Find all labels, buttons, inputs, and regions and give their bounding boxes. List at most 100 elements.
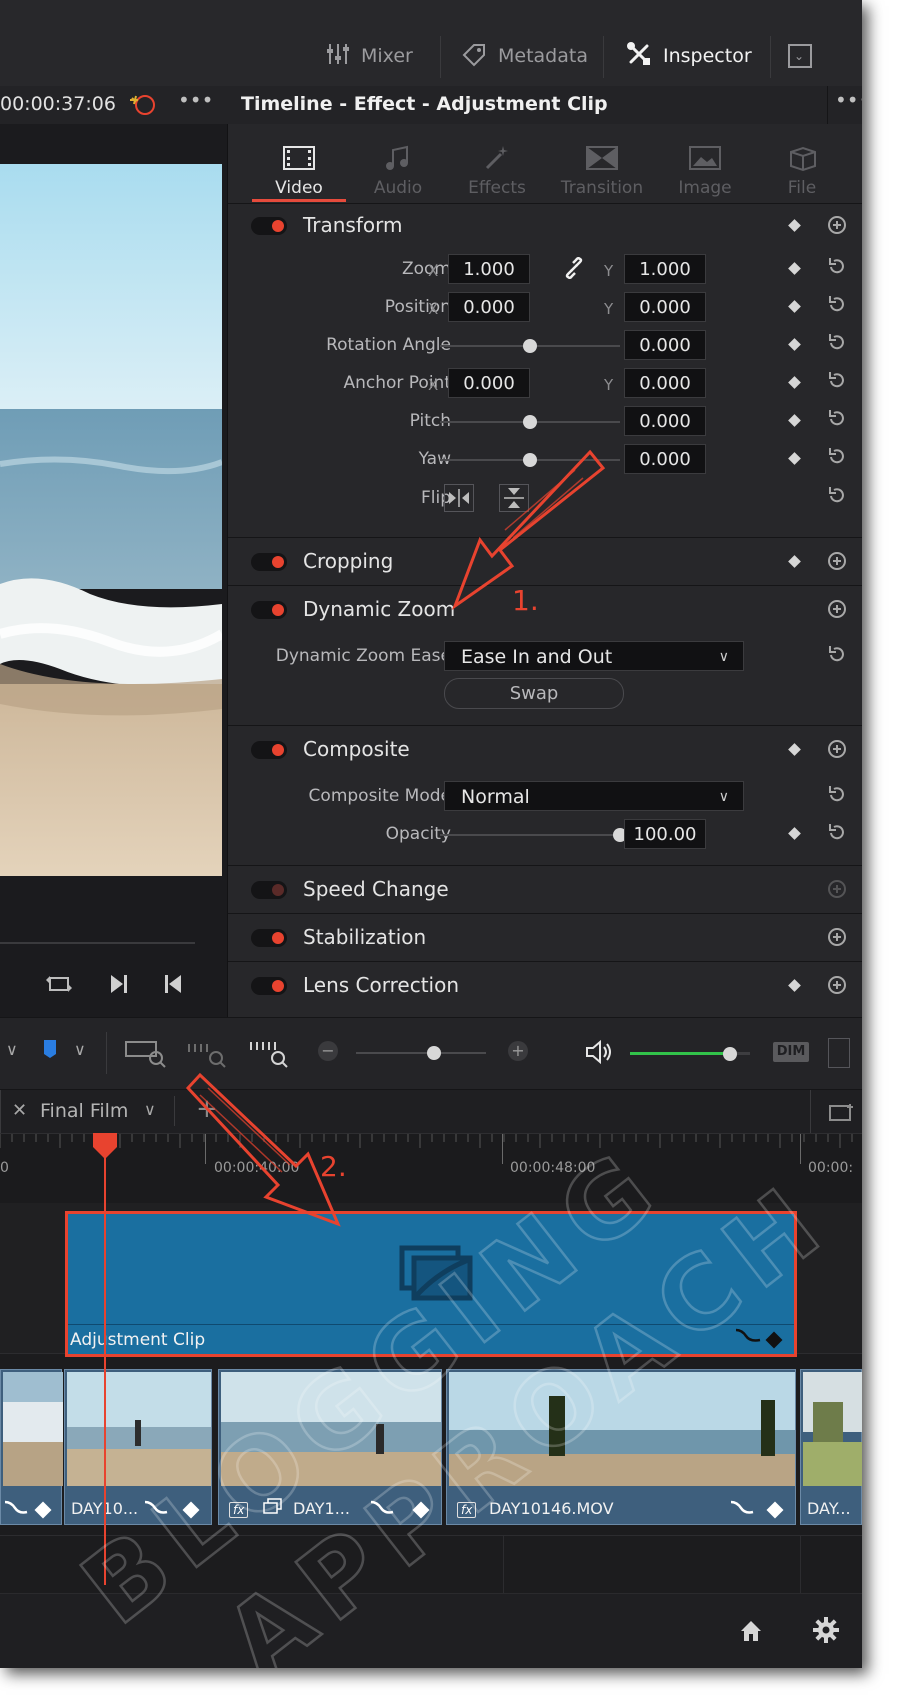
chevron-down-icon[interactable]: ∨ [6, 1040, 18, 1059]
reset-icon[interactable] [826, 926, 848, 948]
reset-icon[interactable] [826, 974, 848, 996]
tab-transition[interactable]: Transition [553, 124, 651, 202]
position-y-field[interactable]: 0.000 [624, 292, 706, 322]
keyframe-diamond-icon[interactable] [788, 262, 801, 275]
speaker-icon[interactable] [584, 1038, 614, 1070]
slider-knob[interactable] [722, 1047, 737, 1061]
yaw-field[interactable]: 0.000 [624, 444, 706, 474]
keyframe-diamond-icon[interactable] [788, 979, 801, 992]
keyframe-diamond-icon[interactable] [788, 827, 801, 840]
reset-icon[interactable] [826, 598, 848, 620]
loop-icon[interactable] [44, 972, 74, 1000]
reset-icon[interactable] [826, 738, 848, 760]
tab-video[interactable]: Video [250, 124, 348, 202]
reset-icon[interactable] [826, 822, 848, 844]
timeline-view-options-icon[interactable] [828, 1102, 856, 1126]
pitch-field[interactable]: 0.000 [624, 406, 706, 436]
reset-icon[interactable] [826, 784, 848, 806]
reset-icon[interactable] [826, 294, 848, 316]
volume-slider[interactable] [630, 1047, 750, 1061]
reset-icon[interactable] [826, 446, 848, 468]
keyframe-diamond-icon[interactable] [788, 219, 801, 232]
inspector-options-icon[interactable]: ••• [835, 88, 862, 112]
tab-file[interactable]: File [753, 124, 851, 202]
chevron-down-icon[interactable]: ∨ [144, 1100, 156, 1119]
chevron-down-icon[interactable]: ∨ [74, 1040, 86, 1059]
swap-button[interactable]: Swap [444, 678, 624, 709]
reset-icon[interactable] [826, 878, 848, 900]
tab-audio[interactable]: Audio [349, 124, 447, 202]
gear-icon[interactable] [812, 1616, 840, 1648]
metadata-button[interactable]: Metadata [460, 38, 588, 74]
dim-button[interactable]: DIM [773, 1042, 809, 1062]
flag-icon[interactable] [42, 1038, 58, 1064]
dynamic-zoom-ease-dropdown[interactable]: Ease In and Out ∨ [444, 641, 744, 671]
keyframe-diamond-icon[interactable] [788, 452, 801, 465]
zoom-out-icon[interactable]: − [318, 1041, 338, 1061]
collapse-panel-button[interactable]: ⌄ [788, 44, 812, 68]
reset-icon[interactable] [826, 485, 848, 507]
flip-vertical-button[interactable] [499, 484, 529, 512]
home-icon[interactable] [738, 1618, 764, 1648]
keyframe-diamond-icon[interactable] [788, 300, 801, 313]
viewer-options-icon[interactable]: ••• [178, 88, 213, 112]
video-clip[interactable]: DAY10... [64, 1369, 212, 1525]
video-clip[interactable]: DAY... [800, 1369, 862, 1525]
anchor-x-field[interactable]: 0.000 [448, 368, 530, 398]
reset-icon[interactable] [826, 214, 848, 236]
timeline-tab-name[interactable]: Final Film [40, 1100, 128, 1122]
cropping-toggle[interactable] [251, 553, 287, 571]
flip-horizontal-button[interactable] [444, 484, 474, 512]
keyframe-diamond-icon[interactable] [788, 376, 801, 389]
opacity-slider[interactable] [440, 828, 627, 842]
reset-icon[interactable] [826, 550, 848, 572]
slider-knob[interactable] [523, 339, 537, 353]
yaw-slider[interactable] [440, 453, 620, 467]
next-frame-icon[interactable] [108, 972, 130, 1000]
zoom-full-icon[interactable] [124, 1038, 168, 1072]
keyframe-diamond-icon[interactable] [788, 743, 801, 756]
zoom-x-field[interactable]: 1.000 [448, 254, 530, 284]
rotation-field[interactable]: 0.000 [624, 330, 706, 360]
video-clip[interactable] [0, 1369, 63, 1525]
slider-knob[interactable] [427, 1046, 441, 1060]
reset-icon[interactable] [826, 644, 848, 666]
reset-icon[interactable] [826, 408, 848, 430]
reset-icon[interactable] [826, 256, 848, 278]
rotation-slider[interactable] [440, 339, 620, 353]
timeline-zoom-slider[interactable] [356, 1046, 486, 1060]
tab-image[interactable]: Image [656, 124, 754, 202]
viewer-scrubber[interactable] [0, 942, 195, 944]
tab-effects[interactable]: Effects [448, 124, 546, 202]
previous-clip-icon[interactable] [162, 972, 184, 1000]
timeline-ruler[interactable]: 0 00:00:40:00 00:00:48:00 00:00: [0, 1133, 862, 1204]
adjustment-clip[interactable]: Adjustment Clip [65, 1211, 797, 1357]
panel-toggle-icon[interactable] [828, 1038, 850, 1068]
zoom-in-icon[interactable]: + [508, 1041, 528, 1061]
zoom-custom-icon[interactable] [248, 1038, 292, 1072]
link-icon[interactable] [563, 256, 585, 283]
slider-knob[interactable] [523, 453, 537, 467]
playhead-handle-icon[interactable] [93, 1133, 117, 1159]
add-timeline-icon[interactable]: + [196, 1094, 218, 1124]
close-icon[interactable]: ✕ [12, 1100, 27, 1121]
video-clip[interactable]: fx DAY1... [218, 1369, 442, 1525]
stabilization-toggle[interactable] [251, 929, 287, 947]
dynamic-zoom-toggle[interactable] [251, 601, 287, 619]
inspector-button[interactable]: Inspector [625, 38, 752, 74]
zoom-y-field[interactable]: 1.000 [624, 254, 706, 284]
pitch-slider[interactable] [440, 415, 620, 429]
keyframe-diamond-icon[interactable] [788, 555, 801, 568]
zoom-detail-icon[interactable] [186, 1038, 230, 1072]
mixer-button[interactable]: Mixer [325, 38, 413, 74]
playhead-sync-icon[interactable] [128, 92, 158, 122]
reset-icon[interactable] [826, 370, 848, 392]
playhead[interactable] [104, 1133, 106, 1585]
anchor-y-field[interactable]: 0.000 [624, 368, 706, 398]
keyframe-diamond-icon[interactable] [788, 338, 801, 351]
transform-toggle[interactable] [251, 217, 287, 235]
position-x-field[interactable]: 0.000 [448, 292, 530, 322]
composite-toggle[interactable] [251, 741, 287, 759]
speed-change-toggle[interactable] [251, 881, 287, 899]
keyframe-diamond-icon[interactable] [788, 414, 801, 427]
